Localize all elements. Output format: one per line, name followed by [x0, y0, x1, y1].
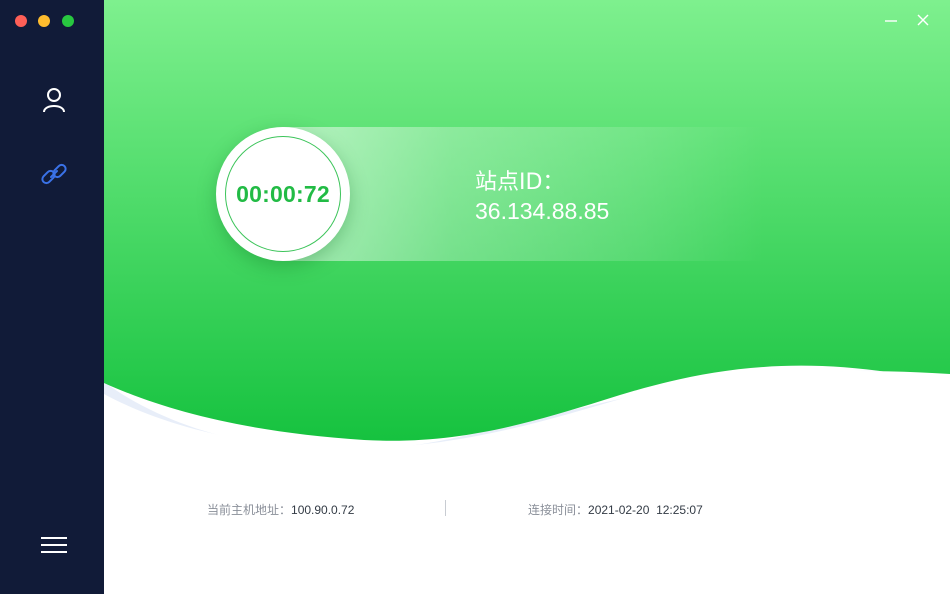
timer-ring: 00:00:72 — [225, 136, 341, 252]
close-button[interactable] — [914, 12, 932, 30]
main-panel: 00:00:72 站点ID： 36.134.88.85 当前主机地址：100.9… — [104, 0, 950, 594]
timer-value: 00:00:72 — [236, 180, 330, 207]
connection-time-info: 连接时间：2021-02-20 12:25:07 — [528, 501, 703, 518]
sidebar — [0, 0, 104, 594]
minimize-window-button[interactable] — [38, 15, 50, 27]
site-id-label: 站点ID： — [475, 170, 565, 195]
site-id-value: 36.134.88.85 — [475, 198, 610, 224]
connection-time-value: 2021-02-20 12:25:07 — [588, 503, 703, 517]
sidebar-item-connection[interactable] — [36, 158, 72, 194]
menu-button[interactable] — [36, 529, 72, 565]
link-icon — [40, 160, 68, 192]
sidebar-item-profile[interactable] — [36, 84, 72, 120]
connection-time-label: 连接时间： — [528, 503, 589, 517]
host-address-info: 当前主机地址：100.90.0.72 — [207, 501, 354, 518]
host-address-label: 当前主机地址： — [207, 503, 292, 517]
info-divider — [445, 500, 446, 516]
close-window-button[interactable] — [15, 15, 27, 27]
user-icon — [42, 87, 66, 117]
host-address-value: 100.90.0.72 — [291, 503, 355, 517]
hamburger-menu-icon — [41, 536, 67, 558]
minimize-icon — [884, 12, 898, 31]
connection-timer: 00:00:72 — [216, 127, 350, 261]
zoom-window-button[interactable] — [62, 15, 74, 27]
minimize-button[interactable] — [882, 12, 900, 30]
close-icon — [916, 12, 930, 31]
